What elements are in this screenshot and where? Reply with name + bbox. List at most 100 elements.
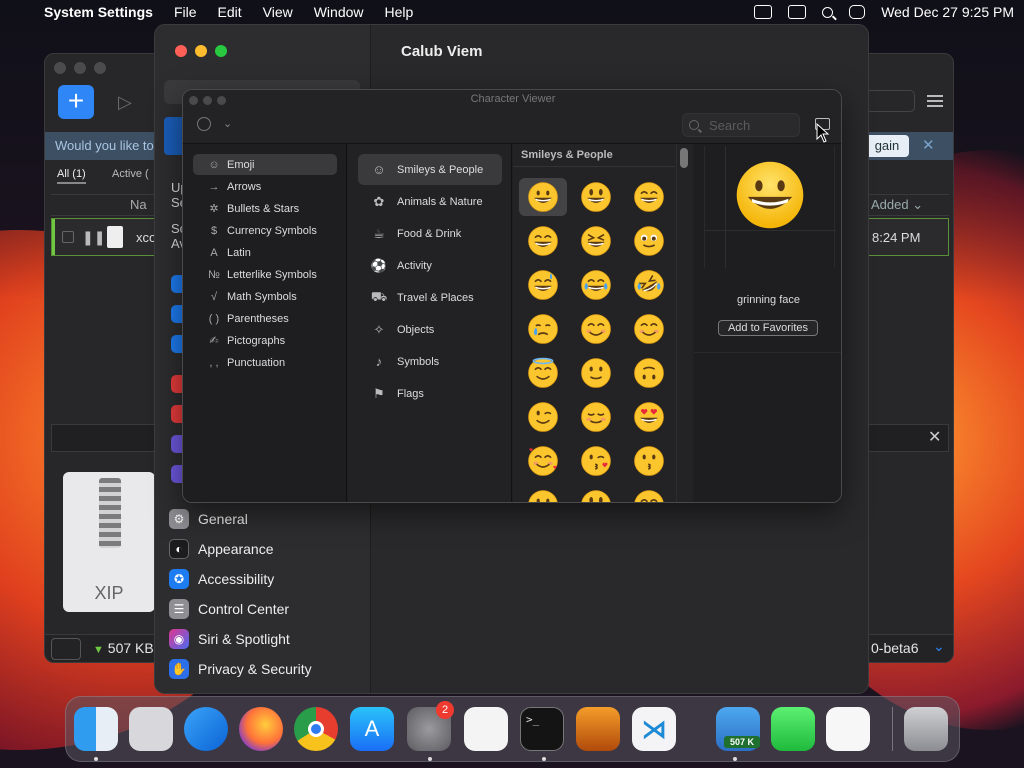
sidebar-item-control-center[interactable]: ☰ Control Center <box>169 596 359 622</box>
firefox-icon[interactable] <box>239 707 283 751</box>
menu-icon[interactable] <box>927 95 943 107</box>
category-math-symbols[interactable]: √ Math Symbols <box>193 286 337 307</box>
emoji-search-input[interactable] <box>709 117 789 133</box>
category-arrows[interactable]: → Arrows <box>193 176 337 197</box>
stage-manager-icon[interactable] <box>788 5 807 19</box>
menu-app-name[interactable]: System Settings <box>44 4 153 20</box>
close-icon[interactable]: ✕ <box>922 136 935 154</box>
finder-icon[interactable] <box>74 707 118 751</box>
freeform-icon[interactable] <box>826 707 870 751</box>
category-currency-symbols[interactable]: $ Currency Symbols <box>193 220 337 241</box>
subcategory-flags[interactable]: ⚑ Flags <box>358 378 502 409</box>
column-name[interactable]: Na <box>130 197 147 212</box>
emoji-grinning-sweat[interactable] <box>519 266 567 304</box>
zoom-dot[interactable] <box>94 62 106 74</box>
emoji-rolling-laughing[interactable] <box>625 266 673 304</box>
emoji-partial-3[interactable] <box>625 486 673 502</box>
emoji-slightly-smiling[interactable] <box>572 354 620 392</box>
row-checkbox[interactable] <box>62 231 74 243</box>
search-input[interactable] <box>865 90 915 112</box>
add-button[interactable]: + <box>58 85 94 119</box>
column-added[interactable]: Added ⌄ <box>871 197 923 213</box>
app-store-icon[interactable]: A <box>350 707 394 751</box>
category-bullets-stars[interactable]: ✲ Bullets & Stars <box>193 198 337 219</box>
emoji-search-field[interactable] <box>682 113 800 137</box>
emoji-beaming[interactable] <box>519 222 567 260</box>
emoji-partial-1[interactable] <box>519 486 567 502</box>
subcategory-objects[interactable]: ✧ Objects <box>358 314 502 345</box>
emoji-squinting-laugh[interactable] <box>572 222 620 260</box>
minimize-dot[interactable] <box>74 62 86 74</box>
emoji-grinning-smiling-eyes[interactable] <box>625 178 673 216</box>
textedit-icon[interactable] <box>464 707 508 751</box>
filter-active[interactable]: Active ( <box>112 168 149 180</box>
chevron-down-icon[interactable]: ⌄ <box>933 638 945 655</box>
emoji-smiling-hearts[interactable] <box>519 442 567 480</box>
menu-view[interactable]: View <box>263 4 293 20</box>
menu-edit[interactable]: Edit <box>218 4 242 20</box>
system-settings-icon[interactable]: 2 <box>407 701 454 751</box>
pause-icon[interactable]: ❚❚ <box>82 229 105 246</box>
filter-all[interactable]: All (1) <box>57 168 86 184</box>
category-emoji[interactable]: ☺ Emoji <box>193 154 337 175</box>
add-to-favorites-button[interactable]: Add to Favorites <box>718 320 818 336</box>
vscode-icon[interactable]: ⋊ <box>632 707 676 751</box>
subcategory-smileys-people[interactable]: ☺ Smileys & People <box>358 154 502 185</box>
subcategory-travel-places[interactable]: ⛟ Travel & Places <box>358 282 502 313</box>
speed-limit-icon[interactable] <box>51 638 81 660</box>
chevron-down-icon[interactable]: ⌄ <box>223 117 232 130</box>
menu-window[interactable]: Window <box>314 4 364 20</box>
sidebar-item-accessibility[interactable]: ✪ Accessibility <box>169 566 359 592</box>
minimize-button[interactable] <box>195 45 207 57</box>
network-monitor-icon[interactable]: 507 K <box>716 707 760 751</box>
control-center-icon[interactable] <box>849 5 866 19</box>
close-button[interactable] <box>175 45 187 57</box>
terminal-icon[interactable]: >_ <box>520 707 564 751</box>
emoji-heart-eyes[interactable] <box>625 398 673 436</box>
emoji-face-holding-back-tears[interactable] <box>625 222 673 260</box>
category-pictographs[interactable]: ✍ Pictographs <box>193 330 337 351</box>
emoji-kissing-heart[interactable] <box>572 442 620 480</box>
messages-icon[interactable] <box>771 707 815 751</box>
safari-icon[interactable] <box>184 707 228 751</box>
spotlight-icon[interactable] <box>822 6 834 18</box>
sidebar-item-appearance[interactable]: ◐ Appearance <box>169 536 359 562</box>
chrome-icon[interactable] <box>294 707 338 751</box>
subcategory-animals-nature[interactable]: ✿ Animals & Nature <box>358 186 502 217</box>
menu-help[interactable]: Help <box>385 4 414 20</box>
emoji-tears-of-joy[interactable] <box>572 266 620 304</box>
category-letterlike-symbols[interactable]: № Letterlike Symbols <box>193 264 337 285</box>
category-latin[interactable]: A Latin <box>193 242 337 263</box>
sidebar-item-siri-spotlight[interactable]: ◉ Siri & Spotlight <box>169 626 359 652</box>
launchpad-icon[interactable] <box>129 707 173 751</box>
menu-file[interactable]: File <box>174 4 197 20</box>
emoji-smiling-eyes[interactable] <box>625 310 673 348</box>
subcategory-symbols[interactable]: ♪ Symbols <box>358 346 502 377</box>
emoji-halo[interactable] <box>519 354 567 392</box>
category-parentheses[interactable]: ( ) Parentheses <box>193 308 337 329</box>
emoji-crying[interactable] <box>519 310 567 348</box>
version-label[interactable]: 0-beta6 <box>871 640 918 656</box>
garageband-icon[interactable] <box>576 707 620 751</box>
emoji-upside-down[interactable] <box>625 354 673 392</box>
close-dot[interactable] <box>54 62 66 74</box>
emoji-grinning-big-eyes[interactable] <box>572 178 620 216</box>
subcategory-food-drink[interactable]: ☕ Food & Drink <box>358 218 502 249</box>
emoji-partial-2[interactable] <box>572 486 620 502</box>
emoji-relieved[interactable] <box>572 398 620 436</box>
subcategory-activity[interactable]: ⚽ Activity <box>358 250 502 281</box>
emoji-smiling-blush[interactable] <box>572 310 620 348</box>
sidebar-item-privacy-security[interactable]: ✋ Privacy & Security <box>169 656 359 682</box>
trash-icon[interactable] <box>904 707 948 751</box>
sidebar-item-general[interactable]: ⚙ General <box>169 506 359 532</box>
emoji-kissing[interactable] <box>625 442 673 480</box>
smiley-icon[interactable] <box>197 117 211 131</box>
zoom-button[interactable] <box>215 45 227 57</box>
emoji-winking[interactable] <box>519 398 567 436</box>
banner-button[interactable]: gain <box>865 135 909 157</box>
emoji-grinning[interactable] <box>519 178 567 216</box>
menu-clock[interactable]: Wed Dec 27 9:25 PM <box>881 4 1014 20</box>
screen-mirroring-icon[interactable] <box>754 5 773 19</box>
close-detail-icon[interactable]: ✕ <box>928 427 941 447</box>
resume-icon[interactable]: ▷ <box>118 92 138 112</box>
